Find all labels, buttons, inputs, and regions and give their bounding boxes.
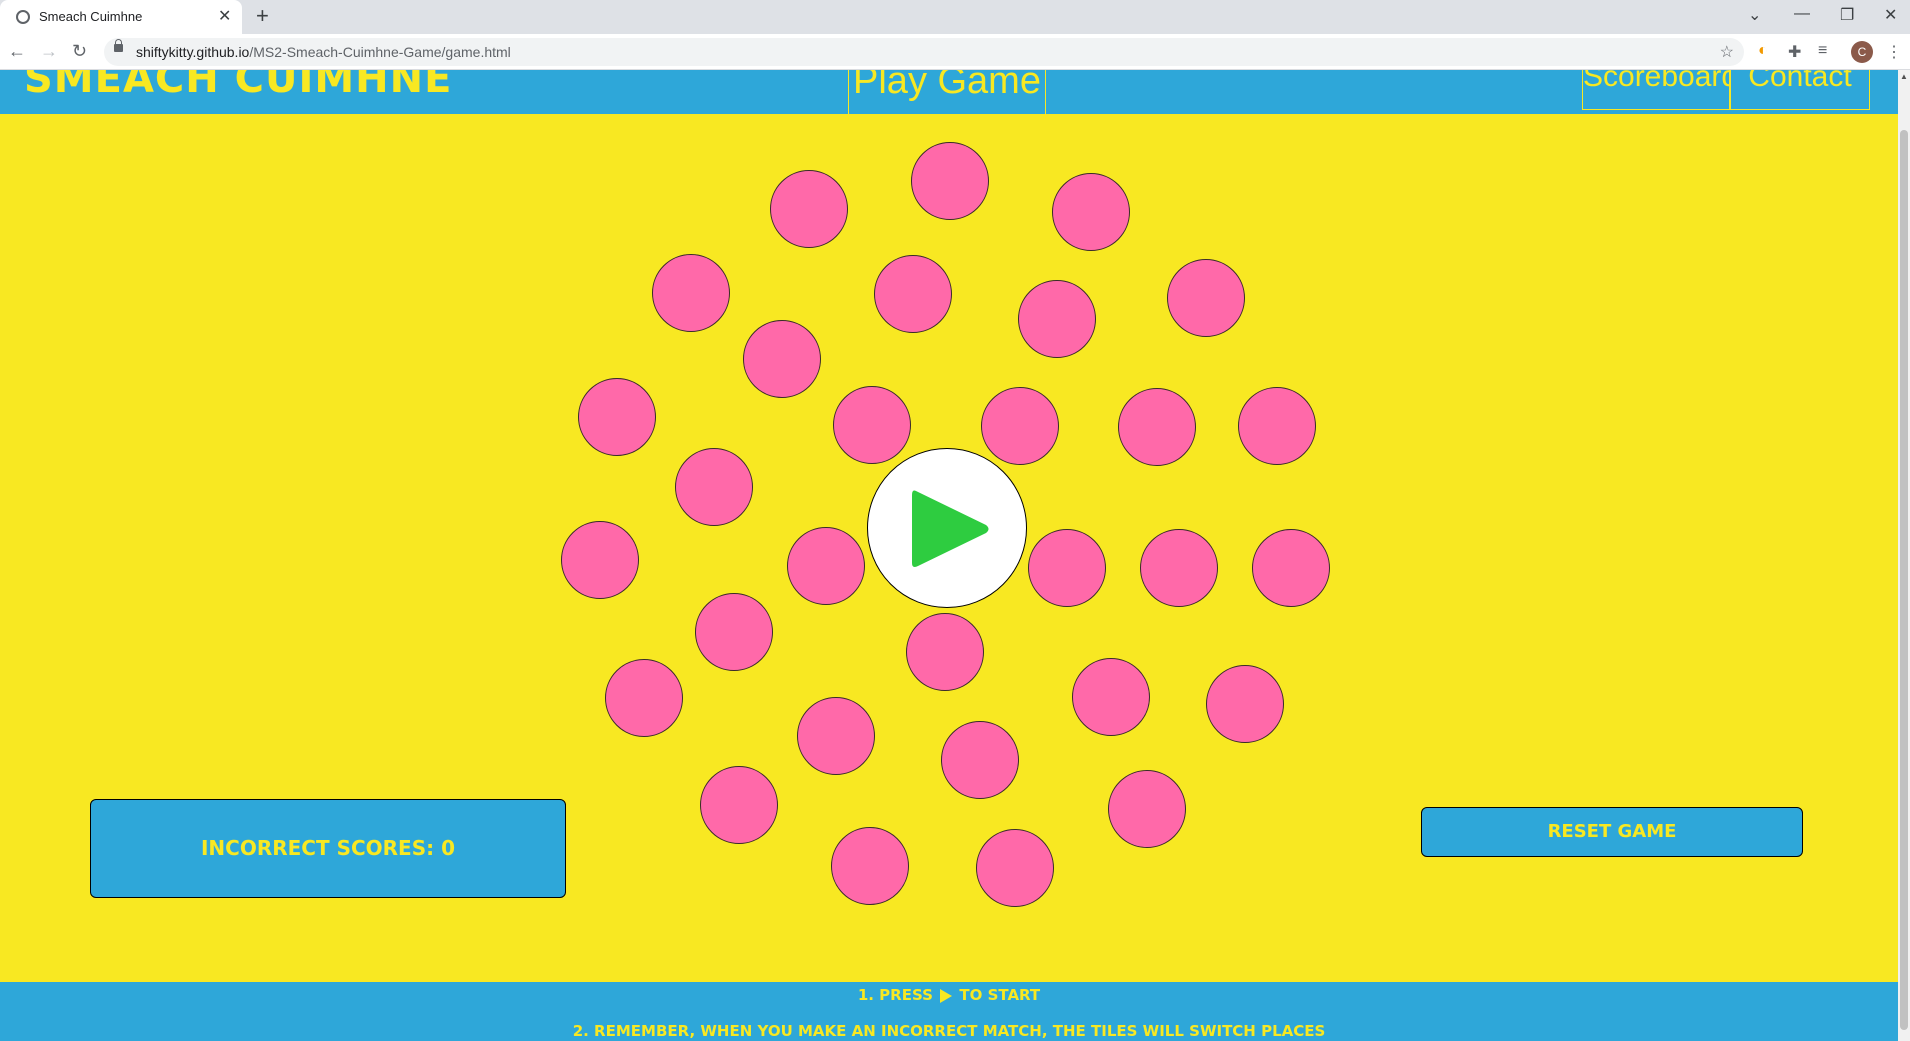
reload-icon[interactable]: ↻ — [72, 41, 87, 62]
game-tile[interactable] — [976, 829, 1054, 907]
nav-scoreboard[interactable]: Scoreboard — [1582, 70, 1730, 110]
game-tile[interactable] — [833, 386, 911, 464]
puzzle-icon[interactable]: ✚ — [1788, 42, 1801, 62]
instruction-step-2: 2. REMEMBER, WHEN YOU MAKE AN INCORRECT … — [572, 1022, 1326, 1040]
game-tile[interactable] — [1052, 173, 1130, 251]
game-tile[interactable] — [906, 613, 984, 691]
instructions-footer: 1. PRESS TO START 2. REMEMBER, WHEN YOU … — [0, 982, 1898, 1041]
site-header: SMEACH CUIMHNE Play Game Scoreboard Cont… — [0, 70, 1898, 116]
play-button[interactable] — [867, 448, 1027, 608]
game-tile[interactable] — [770, 170, 848, 248]
scroll-up-icon[interactable]: ▲ — [1900, 72, 1908, 81]
game-tile[interactable] — [831, 827, 909, 905]
restore-icon[interactable]: ❐ — [1840, 5, 1854, 25]
game-tile[interactable] — [675, 448, 753, 526]
profile-avatar[interactable]: C — [1851, 41, 1873, 63]
incorrect-scores-box: INCORRECT SCORES: 0 — [90, 799, 566, 898]
game-tile[interactable] — [1252, 529, 1330, 607]
game-tile[interactable] — [874, 255, 952, 333]
page-viewport: SMEACH CUIMHNE Play Game Scoreboard Cont… — [0, 70, 1898, 1041]
forward-icon[interactable]: → — [40, 41, 58, 62]
address-bar[interactable]: shiftykitty.github.io/MS2-Smeach-Cuimhne… — [104, 38, 1744, 66]
instruction-step-1: 1. PRESS TO START — [857, 986, 1041, 1004]
game-tile[interactable] — [1108, 770, 1186, 848]
game-tile[interactable] — [695, 593, 773, 671]
browser-tabstrip: Smeach Cuimhne ✕ + ⌄ — ❐ ✕ — [0, 0, 1910, 34]
game-tile[interactable] — [787, 527, 865, 605]
extension-icon[interactable]: ◐ — [1758, 42, 1768, 60]
game-tile[interactable] — [1118, 388, 1196, 466]
lock-icon — [114, 39, 123, 52]
game-tile[interactable] — [911, 142, 989, 220]
game-tile[interactable] — [1072, 658, 1150, 736]
game-tile[interactable] — [941, 721, 1019, 799]
game-tile[interactable] — [700, 766, 778, 844]
nav-play-game[interactable]: Play Game — [848, 70, 1046, 116]
globe-icon — [16, 10, 30, 24]
reset-game-button[interactable]: RESET GAME — [1421, 807, 1803, 857]
game-tile[interactable] — [578, 378, 656, 456]
game-tile[interactable] — [1140, 529, 1218, 607]
browser-toolbar: ← → ↻ shiftykitty.github.io/MS2-Smeach-C… — [0, 34, 1910, 70]
vertical-scrollbar[interactable]: ▲ — [1898, 70, 1910, 1041]
game-tile[interactable] — [1167, 259, 1245, 337]
scroll-thumb[interactable] — [1900, 130, 1908, 1030]
game-tile[interactable] — [561, 521, 639, 599]
game-tile[interactable] — [1206, 665, 1284, 743]
new-tab-icon[interactable]: + — [256, 3, 269, 29]
back-icon[interactable]: ← — [8, 41, 26, 62]
close-tab-icon[interactable]: ✕ — [218, 6, 231, 26]
tab-search-icon[interactable]: ⌄ — [1748, 5, 1761, 25]
minimize-icon[interactable]: — — [1794, 5, 1810, 23]
menu-icon[interactable]: ⋮ — [1886, 42, 1902, 62]
media-control-icon[interactable]: ≡ — [1818, 42, 1827, 60]
close-window-icon[interactable]: ✕ — [1884, 5, 1897, 25]
play-triangle-icon — [940, 988, 953, 1003]
game-tile[interactable] — [743, 320, 821, 398]
game-tile[interactable] — [652, 254, 730, 332]
url-text: shiftykitty.github.io/MS2-Smeach-Cuimhne… — [136, 44, 511, 60]
game-tile[interactable] — [605, 659, 683, 737]
nav-contact-us[interactable]: Contact Us — [1730, 70, 1870, 110]
bookmark-star-icon[interactable]: ☆ — [1720, 42, 1734, 62]
game-tile[interactable] — [1018, 280, 1096, 358]
tab-title: Smeach Cuimhne — [39, 9, 143, 24]
game-tile[interactable] — [1028, 529, 1106, 607]
game-tile[interactable] — [981, 387, 1059, 465]
browser-tab[interactable]: Smeach Cuimhne ✕ — [0, 0, 242, 34]
site-logo[interactable]: SMEACH CUIMHNE — [24, 70, 452, 102]
game-tile[interactable] — [1238, 387, 1316, 465]
game-tile[interactable] — [797, 697, 875, 775]
play-icon — [912, 490, 989, 567]
